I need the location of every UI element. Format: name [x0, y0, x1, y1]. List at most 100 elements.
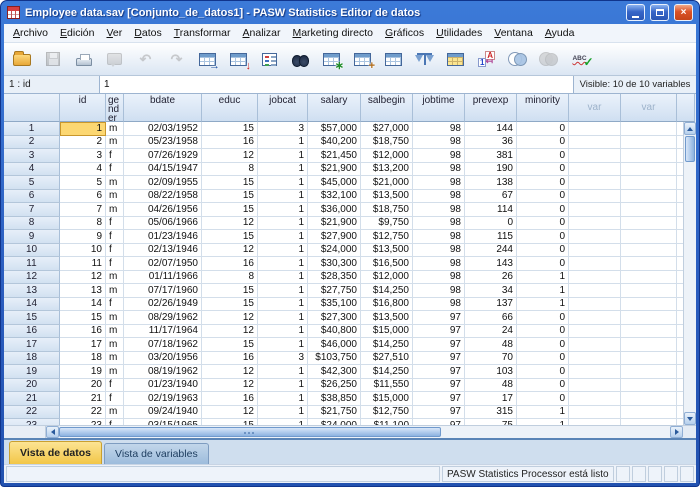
scroll-down-arrow[interactable]: [684, 412, 696, 425]
column-header-jobcat[interactable]: jobcat: [258, 94, 308, 122]
cell-gender-15[interactable]: m: [106, 311, 124, 325]
cell-prevexp-22[interactable]: 315: [465, 406, 517, 420]
cell-minority-1[interactable]: 0: [517, 122, 569, 136]
cell-jobtime-5[interactable]: 98: [413, 176, 465, 190]
cell-gender-6[interactable]: m: [106, 190, 124, 204]
cell-salbegin-13[interactable]: $14,250: [361, 284, 413, 298]
cell-var1-5[interactable]: [569, 176, 621, 190]
cell-jobtime-19[interactable]: 97: [413, 365, 465, 379]
cell-educ-17[interactable]: 15: [202, 338, 258, 352]
cell-salbegin-21[interactable]: $15,000: [361, 392, 413, 406]
vertical-scroll-track[interactable]: [684, 163, 696, 412]
cell-bdate-6[interactable]: 08/22/1958: [124, 190, 202, 204]
cell-var2-6[interactable]: [621, 190, 677, 204]
cell-salary-10[interactable]: $24,000: [308, 244, 361, 258]
cell-id-2[interactable]: 2: [60, 136, 106, 150]
row-header-17[interactable]: 17: [4, 338, 60, 352]
cell-salary-7[interactable]: $36,000: [308, 203, 361, 217]
cell-salbegin-20[interactable]: $11,550: [361, 379, 413, 393]
cell-prevexp-20[interactable]: 48: [465, 379, 517, 393]
cell-jobcat-19[interactable]: 1: [258, 365, 308, 379]
cell-jobtime-12[interactable]: 98: [413, 271, 465, 285]
cell-gender-7[interactable]: m: [106, 203, 124, 217]
row-header-5[interactable]: 5: [4, 176, 60, 190]
cell-var2-5[interactable]: [621, 176, 677, 190]
cell-var2-17[interactable]: [621, 338, 677, 352]
cell-salbegin-12[interactable]: $12,000: [361, 271, 413, 285]
cell-bdate-12[interactable]: 01/11/1966: [124, 271, 202, 285]
cell-var2-12[interactable]: [621, 271, 677, 285]
cell-var2-8[interactable]: [621, 217, 677, 231]
menu-ver[interactable]: Ver: [100, 25, 128, 41]
cell-var1-4[interactable]: [569, 163, 621, 177]
cell-educ-13[interactable]: 15: [202, 284, 258, 298]
row-header-2[interactable]: 2: [4, 136, 60, 150]
cell-minority-17[interactable]: 0: [517, 338, 569, 352]
cell-prevexp-21[interactable]: 17: [465, 392, 517, 406]
cell-salbegin-15[interactable]: $13,500: [361, 311, 413, 325]
cell-var1-1[interactable]: [569, 122, 621, 136]
cell-minority-11[interactable]: 0: [517, 257, 569, 271]
cell-var2-13[interactable]: [621, 284, 677, 298]
cell-minority-22[interactable]: 1: [517, 406, 569, 420]
cell-var1-10[interactable]: [569, 244, 621, 258]
cell-educ-8[interactable]: 12: [202, 217, 258, 231]
tab-variable-view[interactable]: Vista de variables: [104, 443, 209, 464]
cell-gender-13[interactable]: m: [106, 284, 124, 298]
cell-prevexp-1[interactable]: 144: [465, 122, 517, 136]
scroll-left-arrow[interactable]: [46, 426, 59, 438]
cell-editor-input[interactable]: [100, 76, 574, 93]
cell-minority-6[interactable]: 0: [517, 190, 569, 204]
cell-var2-21[interactable]: [621, 392, 677, 406]
cell-bdate-5[interactable]: 02/09/1955: [124, 176, 202, 190]
cell-minority-10[interactable]: 0: [517, 244, 569, 258]
cell-prevexp-4[interactable]: 190: [465, 163, 517, 177]
cell-minority-13[interactable]: 1: [517, 284, 569, 298]
cell-jobtime-21[interactable]: 97: [413, 392, 465, 406]
cell-salary-16[interactable]: $40,800: [308, 325, 361, 339]
menu-gr-ficos[interactable]: Gráficos: [379, 25, 430, 41]
goto-case-icon[interactable]: →: [193, 46, 222, 73]
cell-jobcat-9[interactable]: 1: [258, 230, 308, 244]
cell-prevexp-7[interactable]: 114: [465, 203, 517, 217]
cell-salary-22[interactable]: $21,750: [308, 406, 361, 420]
cell-salbegin-14[interactable]: $16,800: [361, 298, 413, 312]
cell-jobtime-13[interactable]: 98: [413, 284, 465, 298]
column-header-jobtime[interactable]: jobtime: [413, 94, 465, 122]
cell-educ-14[interactable]: 15: [202, 298, 258, 312]
cell-id-11[interactable]: 11: [60, 257, 106, 271]
cell-jobtime-2[interactable]: 98: [413, 136, 465, 150]
insert-cases-icon[interactable]: ∗: [317, 46, 346, 73]
cell-id-20[interactable]: 20: [60, 379, 106, 393]
use-variable-sets-icon[interactable]: [503, 46, 532, 73]
cell-bdate-13[interactable]: 07/17/1960: [124, 284, 202, 298]
cell-jobcat-1[interactable]: 3: [258, 122, 308, 136]
cell-minority-15[interactable]: 0: [517, 311, 569, 325]
cell-jobtime-3[interactable]: 98: [413, 149, 465, 163]
cell-gender-9[interactable]: f: [106, 230, 124, 244]
split-file-icon[interactable]: [379, 46, 408, 73]
cell-jobcat-6[interactable]: 1: [258, 190, 308, 204]
cell-gender-1[interactable]: m: [106, 122, 124, 136]
value-labels-icon[interactable]: A1↤: [472, 46, 501, 73]
cell-educ-16[interactable]: 12: [202, 325, 258, 339]
cell-jobcat-17[interactable]: 1: [258, 338, 308, 352]
cell-salary-19[interactable]: $42,300: [308, 365, 361, 379]
menu-transformar[interactable]: Transformar: [168, 25, 237, 41]
cell-bdate-11[interactable]: 02/07/1950: [124, 257, 202, 271]
cell-gender-20[interactable]: f: [106, 379, 124, 393]
row-header-11[interactable]: 11: [4, 257, 60, 271]
cell-var1-19[interactable]: [569, 365, 621, 379]
cell-bdate-18[interactable]: 03/20/1956: [124, 352, 202, 366]
cell-id-6[interactable]: 6: [60, 190, 106, 204]
column-header-var1[interactable]: var: [569, 94, 621, 122]
cell-minority-5[interactable]: 0: [517, 176, 569, 190]
cell-var1-18[interactable]: [569, 352, 621, 366]
horizontal-scroll-thumb[interactable]: [59, 427, 441, 437]
row-header-22[interactable]: 22: [4, 406, 60, 420]
cell-jobtime-7[interactable]: 98: [413, 203, 465, 217]
cell-var1-8[interactable]: [569, 217, 621, 231]
cell-prevexp-5[interactable]: 138: [465, 176, 517, 190]
cell-id-8[interactable]: 8: [60, 217, 106, 231]
cell-gender-14[interactable]: f: [106, 298, 124, 312]
